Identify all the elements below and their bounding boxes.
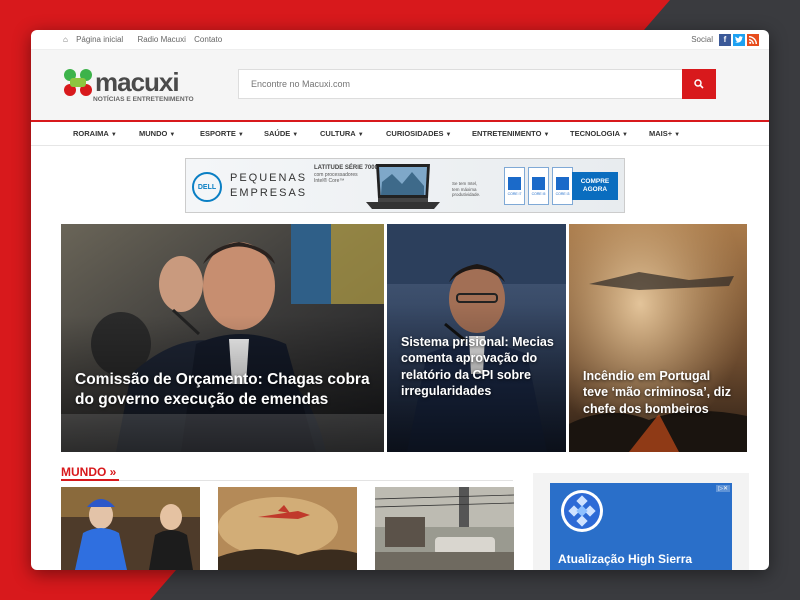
section-divider [61, 479, 513, 481]
contact-link[interactable]: Contato [194, 35, 222, 44]
caret-down-icon: ▼ [169, 132, 176, 138]
news-thumb-2[interactable] [218, 487, 357, 570]
site-logo[interactable]: macuxi NOTÍCIAS E ENTRETENIMENTO [61, 66, 201, 104]
caret-down-icon: ▼ [237, 132, 244, 138]
caret-down-icon: ▼ [674, 132, 681, 138]
hero-title-3[interactable]: Incêndio em Portugal teve ‘mão criminosa… [583, 368, 737, 417]
caret-down-icon: ▼ [357, 132, 364, 138]
search-button[interactable] [682, 69, 716, 99]
social-links: Social f [691, 33, 759, 46]
news-thumb-1[interactable] [61, 487, 200, 570]
caret-down-icon: ▼ [543, 132, 550, 138]
top-links: ⌂ Página inicial Radio Macuxi Contato [63, 35, 228, 44]
ad-headline-2: EMPRESAS [230, 187, 308, 199]
rss-icon[interactable] [747, 33, 759, 46]
nav-item-curiosidades[interactable]: CURIOSIDADES ▼ [386, 129, 472, 138]
hero-story-3[interactable]: Incêndio em Portugal teve ‘mão criminosa… [569, 224, 747, 452]
nav-item-mais[interactable]: MAIS+ ▼ [649, 129, 689, 138]
hero-title-1[interactable]: Comissão de Orçamento: Chagas cobra do g… [75, 370, 374, 410]
sidebar-ad-creative[interactable]: ▷✕ Atualização High Sierra [550, 483, 732, 570]
main-nav: RORAIMA ▼ MUNDO ▼ ESPORTE ▼ SAÚDE ▼ CULTURA ▼… [31, 120, 769, 146]
hero-title-2[interactable]: Sistema prisional: Mecias comenta aprova… [401, 334, 556, 399]
site-header: macuxi NOTÍCIAS E ENTRETENIMENTO [31, 50, 769, 120]
search-input[interactable] [239, 70, 682, 98]
nav-item-mundo[interactable]: MUNDO ▼ [139, 129, 200, 138]
nav-item-cultura[interactable]: CULTURA ▼ [320, 129, 386, 138]
news-thumb-3[interactable] [375, 487, 514, 570]
intel-note: Se tem Intel, tem máxima produtividade. [452, 181, 481, 198]
intel-chip-i7: CORE i7 [504, 167, 525, 205]
logo-x-mark [64, 69, 92, 96]
ad-cta-button[interactable]: COMPRE AGORA [572, 172, 618, 200]
nav-item-roraima[interactable]: RORAIMA ▼ [73, 129, 139, 138]
high-sierra-icon [561, 490, 603, 532]
ad-choices-icon[interactable]: ▷✕ [716, 485, 730, 492]
hero-story-2[interactable]: Sistema prisional: Mecias comenta aprova… [387, 224, 566, 452]
twitter-icon[interactable] [733, 33, 745, 46]
banner-ad[interactable]: DELL PEQUENAS EMPRESAS LATITUDE SÉRIE 70… [185, 158, 625, 213]
search-icon [694, 79, 704, 89]
nav-item-tecnologia[interactable]: TECNOLOGIA ▼ [570, 129, 649, 138]
browser-window: ⌂ Página inicial Radio Macuxi Contato So… [31, 30, 769, 570]
search-bar [238, 69, 716, 99]
top-utility-bar: ⌂ Página inicial Radio Macuxi Contato So… [31, 30, 769, 50]
ad-product-sub2: Intel® Core™ [314, 178, 345, 184]
intel-chip-i5: CORE i5 [528, 167, 549, 205]
sidebar-ad-text: Atualização High Sierra [558, 552, 693, 566]
thumb-image-1 [61, 487, 200, 570]
sidebar-ad[interactable]: ▷✕ Atualização High Sierra [533, 473, 749, 570]
caret-down-icon: ▼ [110, 132, 117, 138]
thumb-image-3 [375, 487, 514, 570]
section-title-mundo[interactable]: MUNDO » [61, 465, 116, 479]
caret-down-icon: ▼ [292, 132, 299, 138]
hero-story-1[interactable]: Comissão de Orçamento: Chagas cobra do g… [61, 224, 384, 452]
laptop-image [366, 164, 440, 209]
dell-logo: DELL [192, 172, 222, 202]
nav-item-esporte[interactable]: ESPORTE ▼ [200, 129, 264, 138]
caret-down-icon: ▼ [622, 132, 628, 138]
ad-headline-1: PEQUENAS [230, 172, 308, 184]
home-icon: ⌂ [63, 35, 71, 44]
facebook-icon[interactable]: f [719, 33, 731, 46]
social-label: Social [691, 35, 713, 44]
radio-link[interactable]: Radio Macuxi [137, 35, 185, 44]
svg-text:macuxi: macuxi [95, 67, 179, 97]
thumb-image-2 [218, 487, 357, 570]
hero-image-1 [61, 224, 384, 452]
caret-down-icon: ▼ [445, 132, 452, 138]
hero-image-3 [569, 224, 747, 452]
nav-item-saude[interactable]: SAÚDE ▼ [264, 129, 320, 138]
home-link[interactable]: ⌂ Página inicial [63, 35, 129, 44]
svg-text:NOTÍCIAS E ENTRETENIMENTO: NOTÍCIAS E ENTRETENIMENTO [93, 94, 194, 103]
nav-item-entretenimento[interactable]: ENTRETENIMENTO ▼ [472, 129, 570, 138]
intel-chip-i3: CORE i3 [552, 167, 573, 205]
